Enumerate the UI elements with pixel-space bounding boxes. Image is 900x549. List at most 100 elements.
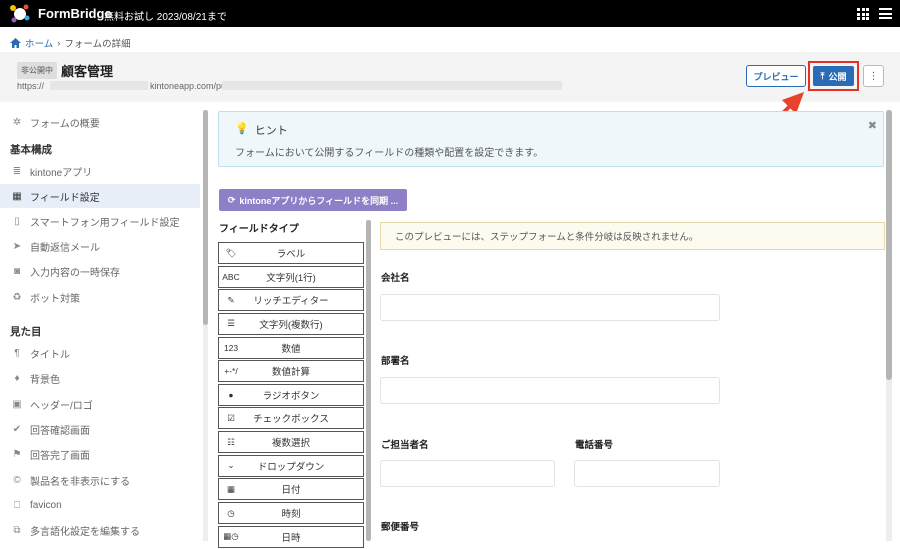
- refresh-icon: ⟳: [227, 194, 236, 205]
- paragraph-icon: ¶: [14, 347, 20, 359]
- sidebar-item-label: フィールド設定: [30, 192, 100, 204]
- drop-icon: ♦: [14, 372, 20, 384]
- radio-icon: ●: [228, 389, 234, 400]
- list-icon: ☷: [227, 436, 235, 447]
- breadcrumb-home-link[interactable]: ホーム: [25, 36, 53, 50]
- save-icon: ◙: [13, 265, 21, 277]
- image-icon: ▣: [12, 398, 22, 410]
- public-url: https://: [17, 81, 44, 91]
- field-type-text: 文字列(1行): [266, 272, 316, 284]
- field-type-rich-editor[interactable]: ✎ リッチエディター: [218, 289, 364, 312]
- grid-icon: ▦: [12, 190, 22, 202]
- sidebar-item-auto-reply[interactable]: ➤ 自動返信メール: [0, 234, 200, 258]
- field-label-contact: ご担当者名: [381, 440, 429, 451]
- field-type-text: ラジオボタン: [262, 390, 320, 402]
- sidebar-item-title[interactable]: ¶ タイトル: [0, 341, 200, 365]
- sidebar-item-background[interactable]: ♦ 背景色: [0, 366, 200, 390]
- hint-box: 💡 ヒント フォームにおいて公開するフィールドの種類や配置を設定できます。 ✖: [218, 111, 884, 167]
- checkbox-icon: ☑: [227, 412, 235, 423]
- lines-icon: ☰: [227, 318, 235, 329]
- redacted-url-part: [50, 81, 148, 90]
- field-label-postal: 郵便番号: [381, 522, 420, 533]
- clock-icon: ◷: [227, 507, 235, 518]
- field-type-radio[interactable]: ● ラジオボタン: [218, 383, 364, 406]
- calc-icon: +-*/: [224, 366, 238, 377]
- bookmark-icon: ⎕: [14, 499, 20, 511]
- sidebar-item-label: タイトル: [30, 349, 70, 361]
- close-icon[interactable]: ✖: [868, 119, 877, 132]
- tag-icon: 🏷: [225, 247, 237, 258]
- top-bar: FormBridge 無料お試し 2023/08/21まで: [0, 0, 900, 27]
- field-type-datetime[interactable]: ▦◷ 日時: [218, 525, 364, 548]
- main-scrollbar[interactable]: [886, 110, 892, 541]
- publish-button[interactable]: ⤒ 公開: [813, 66, 854, 86]
- sidebar-item-confirm-screen[interactable]: ✔ 回答確認画面: [0, 417, 200, 441]
- sidebar-item-label: favicon: [30, 499, 62, 511]
- field-type-multi-line-text[interactable]: ☰ 文字列(複数行): [218, 312, 364, 335]
- sync-fields-label: kintoneアプリからフィールドを同期 ...: [239, 195, 399, 206]
- contact-input[interactable]: [380, 460, 555, 487]
- apps-grid-icon[interactable]: [857, 8, 869, 20]
- phone-input[interactable]: [574, 460, 720, 487]
- preview-button[interactable]: プレビュー: [746, 65, 806, 87]
- sidebar-item-temp-save[interactable]: ◙ 入力内容の一時保存: [0, 259, 200, 283]
- sidebar-item-smartphone-fields[interactable]: ▯ スマートフォン用フィールド設定: [0, 209, 200, 233]
- formbridge-logo-icon[interactable]: [9, 3, 31, 25]
- copyright-icon: ©: [13, 474, 21, 486]
- field-label-company: 会社名: [381, 273, 410, 284]
- field-type-text: 時刻: [281, 509, 301, 521]
- send-icon: ➤: [12, 240, 22, 252]
- sidebar-scrollbar[interactable]: [203, 110, 208, 541]
- field-type-dropdown[interactable]: ⌄ ドロップダウン: [218, 454, 364, 477]
- lightbulb-icon: 💡: [235, 123, 249, 135]
- sidebar-item-label: フォームの概要: [30, 118, 100, 130]
- sidebar-item-bot-protection[interactable]: ♻ ボット対策: [0, 285, 200, 309]
- field-type-checkbox[interactable]: ☑ チェックボックス: [218, 407, 364, 430]
- company-input[interactable]: [380, 294, 720, 321]
- calendar-icon: ▦: [226, 483, 236, 494]
- sidebar-item-hide-product-name[interactable]: © 製品名を非表示にする: [0, 468, 200, 492]
- brand-name[interactable]: FormBridge: [38, 6, 112, 21]
- sidebar-item-label: 回答確認画面: [30, 425, 90, 437]
- database-icon: ≣: [12, 165, 22, 177]
- upload-icon: ⤒: [820, 70, 825, 81]
- sidebar-section-basic: 基本構成: [10, 144, 52, 156]
- sync-fields-button[interactable]: ⟳ kintoneアプリからフィールドを同期 ...: [219, 189, 407, 211]
- field-type-number[interactable]: 123 数値: [218, 336, 364, 359]
- sidebar-item-favicon[interactable]: ⎕ favicon: [0, 493, 200, 517]
- trial-text: 無料お試し 2023/08/21まで: [104, 12, 227, 23]
- field-type-text: 日付: [281, 485, 301, 497]
- field-type-label[interactable]: 🏷 ラベル: [218, 242, 364, 264]
- field-label-phone: 電話番号: [575, 440, 614, 451]
- field-type-calculation[interactable]: +-*/ 数値計算: [218, 360, 364, 383]
- preview-notice: このプレビューには、ステップフォームと条件分岐は反映されません。: [380, 222, 885, 250]
- field-type-text: 数値: [281, 343, 301, 355]
- hint-title: 💡 ヒント: [235, 122, 288, 138]
- field-type-date[interactable]: ▦ 日付: [218, 478, 364, 501]
- field-label-department: 部署名: [381, 356, 410, 367]
- sidebar-item-multilingual[interactable]: ⧉ 多言語化設定を編集する: [0, 518, 200, 542]
- sidebar-item-label: 自動返信メール: [30, 242, 100, 254]
- sidebar-item-label: 入力内容の一時保存: [30, 267, 120, 279]
- chevron-down-icon: ⌄: [227, 460, 235, 471]
- field-type-scrollbar[interactable]: [366, 220, 371, 541]
- pencil-icon: ✎: [227, 294, 235, 305]
- field-type-time[interactable]: ◷ 時刻: [218, 502, 364, 525]
- field-type-text: 日時: [281, 532, 301, 544]
- more-options-button[interactable]: ⋮: [863, 65, 884, 87]
- field-type-multi-select[interactable]: ☷ 複数選択: [218, 431, 364, 454]
- home-icon[interactable]: [10, 38, 21, 48]
- department-input[interactable]: [380, 377, 720, 404]
- sidebar-item-complete-screen[interactable]: ⚑ 回答完了画面: [0, 442, 200, 466]
- field-type-text: ドロップダウン: [257, 461, 325, 473]
- hamburger-menu-icon[interactable]: [879, 8, 892, 19]
- sidebar-item-kintone-app[interactable]: ≣ kintoneアプリ: [0, 159, 200, 183]
- sidebar-item-label: 製品名を非表示にする: [30, 476, 131, 488]
- sidebar-item-overview[interactable]: ✲ フォームの概要: [0, 110, 200, 134]
- sidebar-item-field-settings[interactable]: ▦ フィールド設定: [0, 184, 200, 208]
- field-type-single-line-text[interactable]: ABC 文字列(1行): [218, 265, 364, 288]
- sidebar-item-header-logo[interactable]: ▣ ヘッダー/ロゴ: [0, 392, 200, 416]
- field-type-text: チェックボックス: [253, 414, 329, 426]
- page-title: 顧客管理: [61, 64, 114, 79]
- field-types-title: フィールドタイプ: [219, 224, 299, 235]
